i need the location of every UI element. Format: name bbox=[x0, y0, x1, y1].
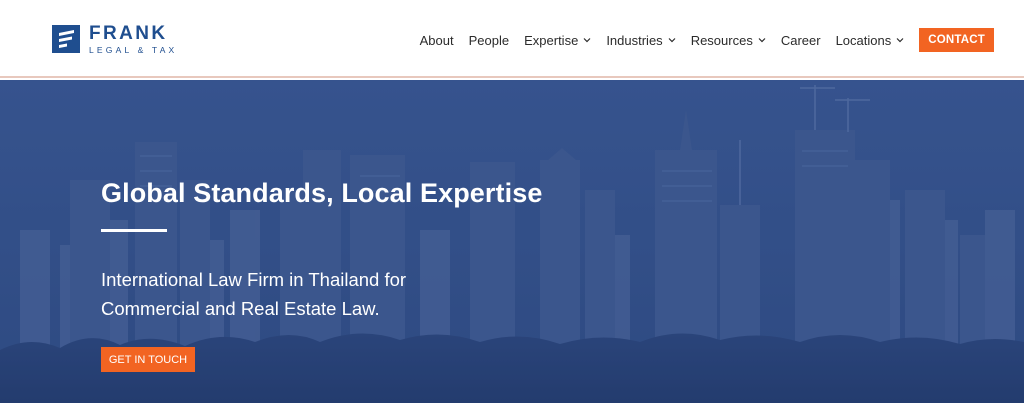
chevron-down-icon bbox=[758, 38, 766, 43]
hero-divider bbox=[101, 229, 167, 232]
nav-item-industries[interactable]: Industries bbox=[606, 32, 676, 48]
nav-item-label: Expertise bbox=[524, 32, 579, 48]
brand-tagline: LEGAL & TAX bbox=[89, 45, 178, 55]
nav-item-label: Industries bbox=[606, 32, 663, 48]
nav-item-people[interactable]: People bbox=[469, 33, 509, 48]
nav-item-expertise[interactable]: Expertise bbox=[524, 33, 591, 48]
nav-item-label: Locations bbox=[835, 32, 892, 48]
brand-wordmark: FRANK LEGAL & TAX bbox=[89, 24, 177, 55]
nav-item-label: Resources bbox=[690, 32, 753, 48]
brand-logo[interactable]: FRANK LEGAL & TAX bbox=[52, 24, 177, 55]
chevron-down-icon bbox=[583, 38, 591, 43]
hero-subtitle-line: International Law Firm in Thailand for bbox=[101, 269, 407, 290]
flag-icon bbox=[52, 25, 80, 54]
main-nav: About People Expertise Industries Resour… bbox=[420, 28, 994, 52]
chevron-down-icon bbox=[668, 38, 676, 43]
contact-button[interactable]: CONTACT bbox=[919, 28, 994, 52]
nav-item-career[interactable]: Career bbox=[781, 33, 821, 48]
nav-item-label: Career bbox=[780, 32, 821, 48]
nav-item-resources[interactable]: Resources bbox=[691, 33, 766, 48]
nav-item-label: About bbox=[419, 32, 454, 48]
site-header: FRANK LEGAL & TAX About People Expertise… bbox=[0, 0, 1024, 78]
hero-subtitle-line: Commercial and Real Estate Law. bbox=[101, 298, 380, 319]
hero-subtitle: International Law Firm in Thailand for C… bbox=[101, 265, 521, 323]
nav-item-label: People bbox=[468, 32, 510, 48]
brand-name: FRANK bbox=[89, 23, 168, 44]
nav-item-about[interactable]: About bbox=[420, 33, 454, 48]
hero-section: Global Standards, Local Expertise Intern… bbox=[0, 80, 1024, 403]
chevron-down-icon bbox=[896, 38, 904, 43]
nav-item-locations[interactable]: Locations bbox=[836, 33, 905, 48]
get-in-touch-button[interactable]: GET IN TOUCH bbox=[101, 347, 195, 372]
hero-title: Global Standards, Local Expertise bbox=[101, 178, 543, 208]
